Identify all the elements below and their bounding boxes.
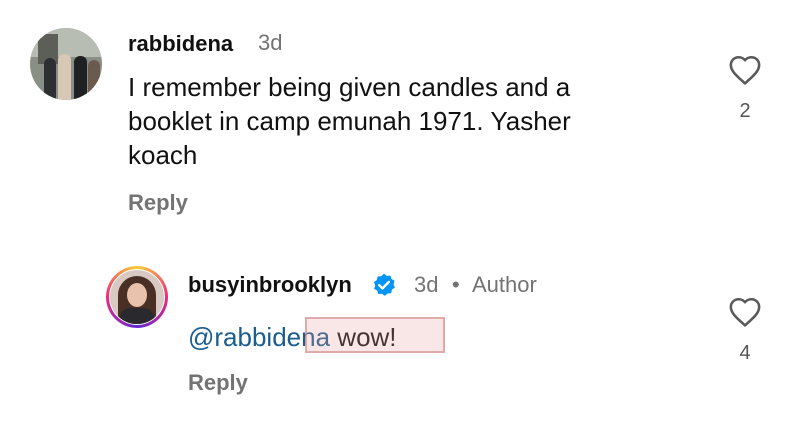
verified-badge-icon [373, 273, 395, 296]
comment-text-line: booklet in camp emunah 1971. Yasher [128, 106, 571, 136]
heart-icon[interactable] [728, 54, 762, 86]
comment-text-line: I remember being given candles and a [128, 72, 571, 102]
reply-button[interactable]: Reply [128, 190, 188, 216]
watermark-logo [305, 317, 445, 353]
like-count: 4 [739, 342, 751, 364]
comment-timestamp: 3d [258, 30, 283, 55]
comment-username[interactable]: rabbidena [128, 31, 233, 57]
avatar-photo-body [120, 308, 154, 324]
avatar-photo-person [74, 56, 87, 100]
avatar-photo-face [127, 283, 147, 307]
reply-button[interactable]: Reply [188, 370, 248, 396]
separator-dot: • [452, 272, 460, 297]
avatar[interactable] [30, 28, 102, 100]
author-label: Author [472, 272, 537, 297]
avatar-photo-person [88, 60, 100, 100]
avatar[interactable] [110, 270, 164, 324]
avatar-photo-person [44, 58, 56, 100]
like-count: 2 [739, 100, 751, 122]
comment-text-line: koach [128, 140, 198, 170]
comment-timestamp: 3d [414, 272, 439, 297]
comment-username[interactable]: busyinbrooklyn [188, 272, 352, 298]
avatar-photo-person [58, 54, 71, 100]
heart-icon[interactable] [728, 296, 762, 328]
